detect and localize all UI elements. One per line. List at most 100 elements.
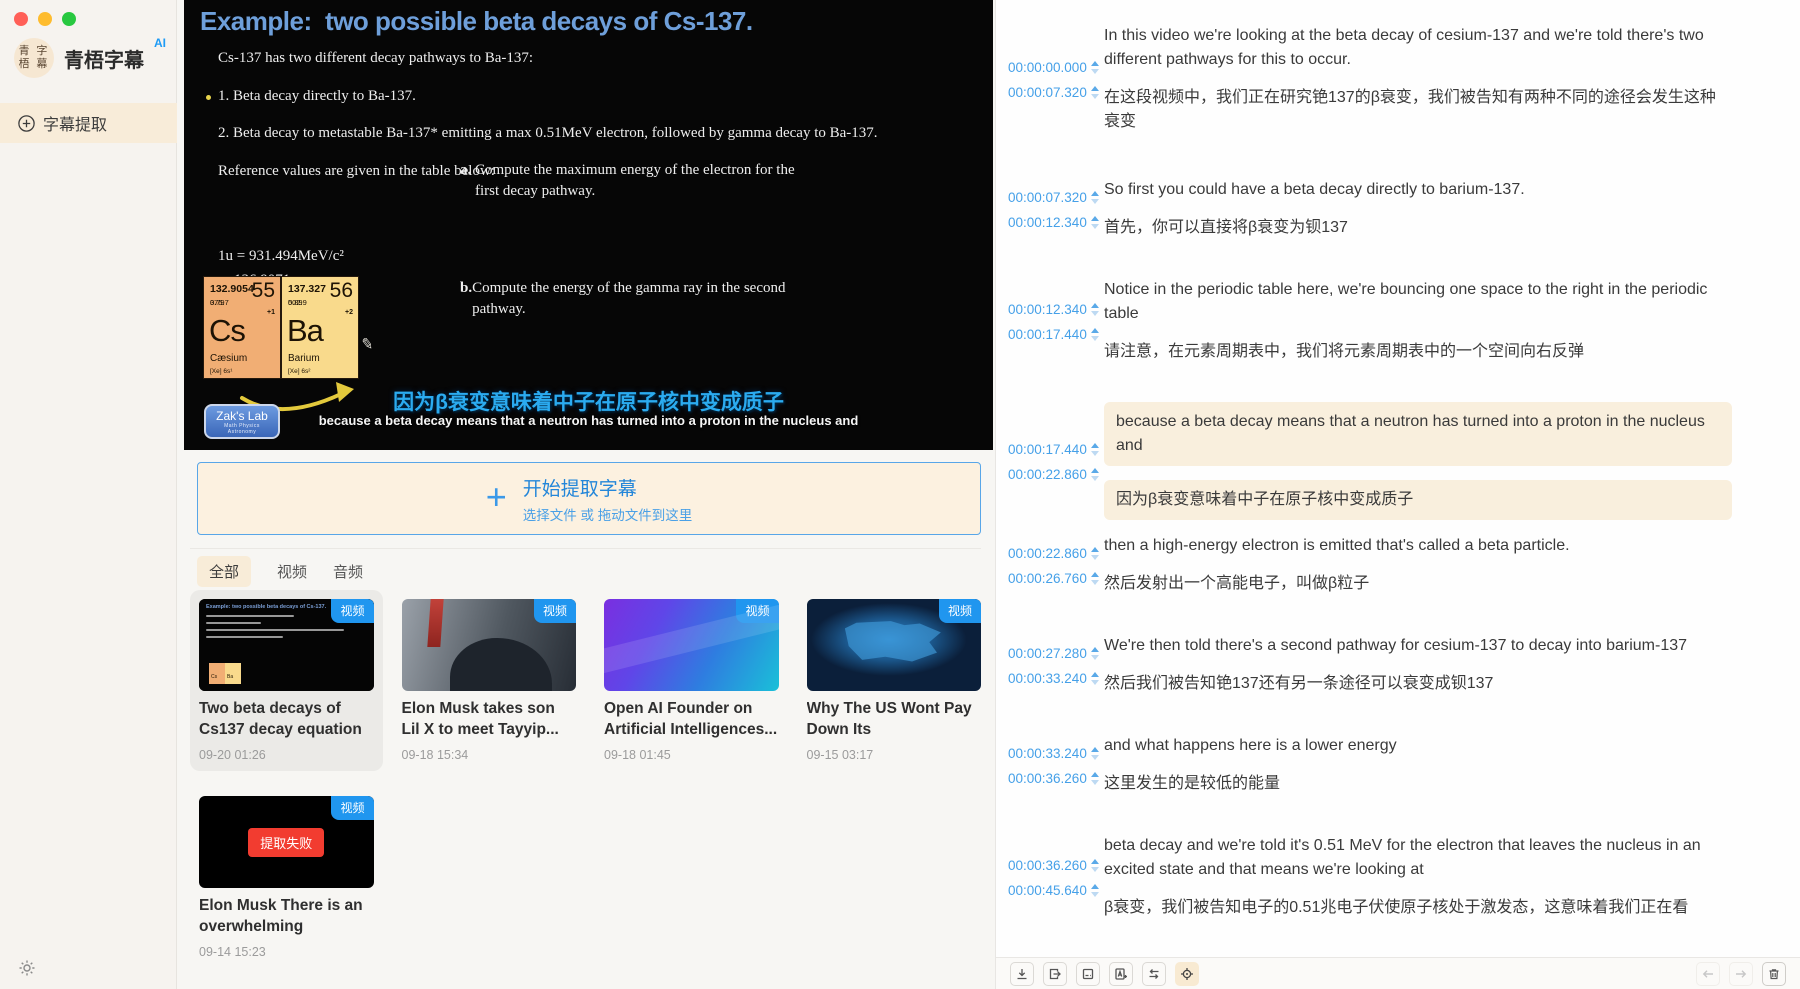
media-card[interactable]: 视频 Why The US Wont Pay Down Its Debt_108… <box>798 590 991 771</box>
step-down-icon[interactable] <box>1091 94 1099 99</box>
step-up-icon[interactable] <box>1091 328 1099 333</box>
locate-button[interactable] <box>1175 962 1199 986</box>
dropzone-title: 开始提取字幕 <box>523 474 693 501</box>
undo-button[interactable] <box>1696 962 1720 986</box>
subtitle-text-en[interactable]: So first you could have a beta decay dir… <box>1104 178 1525 202</box>
media-card[interactable]: 视频 Elon Musk takes son Lil X to meet Tay… <box>393 590 586 771</box>
file-dropzone[interactable]: + 开始提取字幕 选择文件 或 拖动文件到这里 <box>197 462 981 535</box>
pencil-icon: ✎ <box>360 334 375 354</box>
sidebar-item-subtitle-extract[interactable]: 字幕提取 <box>0 103 177 143</box>
download-button[interactable] <box>1010 962 1034 986</box>
step-up-icon[interactable] <box>1091 772 1099 777</box>
step-up-icon[interactable] <box>1091 468 1099 473</box>
export-button[interactable] <box>1043 962 1067 986</box>
end-timestamp[interactable]: 00:00:12.340 <box>1008 215 1104 230</box>
export-icon <box>1048 967 1062 981</box>
step-up-icon[interactable] <box>1091 547 1099 552</box>
step-down-icon[interactable] <box>1091 555 1099 560</box>
translate-add-button[interactable] <box>1109 962 1133 986</box>
timestamp-stepper <box>1091 443 1099 456</box>
step-down-icon[interactable] <box>1091 892 1099 897</box>
minimize-button[interactable] <box>38 12 52 26</box>
step-down-icon[interactable] <box>1091 224 1099 229</box>
subtitle-text-cn[interactable]: β衰变，我们被告知电子的0.51兆电子伏使原子核处于激发态，这意味着我们正在看 <box>1104 896 1716 920</box>
settings-button[interactable] <box>16 957 38 979</box>
step-up-icon[interactable] <box>1091 647 1099 652</box>
zoom-button[interactable] <box>62 12 76 26</box>
start-timestamp[interactable]: 00:00:27.280 <box>1008 646 1104 661</box>
step-down-icon[interactable] <box>1091 69 1099 74</box>
start-timestamp[interactable]: 00:00:07.320 <box>1008 190 1104 205</box>
redo-button[interactable] <box>1729 962 1753 986</box>
step-down-icon[interactable] <box>1091 311 1099 316</box>
subtitle-text-cn[interactable]: 因为β衰变意味着中子在原子核中变成质子 <box>1104 480 1732 520</box>
step-up-icon[interactable] <box>1091 572 1099 577</box>
step-down-icon[interactable] <box>1091 867 1099 872</box>
timestamp-stepper <box>1091 747 1099 760</box>
subtitle-card-button[interactable] <box>1076 962 1100 986</box>
start-timestamp[interactable]: 00:00:17.440 <box>1008 442 1104 457</box>
step-up-icon[interactable] <box>1091 672 1099 677</box>
swap-icon <box>1147 967 1161 981</box>
subtitle-entry: 00:00:00.000 00:00:07.320 In this video … <box>1008 24 1794 134</box>
step-up-icon[interactable] <box>1091 61 1099 66</box>
step-down-icon[interactable] <box>1091 199 1099 204</box>
locate-icon <box>1180 967 1194 981</box>
end-timestamp[interactable]: 00:00:07.320 <box>1008 85 1104 100</box>
subtitle-text-cn[interactable]: 然后我们被告知铯137还有另一条途径可以衰变成钡137 <box>1104 672 1687 696</box>
step-down-icon[interactable] <box>1091 655 1099 660</box>
step-down-icon[interactable] <box>1091 680 1099 685</box>
end-timestamp[interactable]: 00:00:22.860 <box>1008 467 1104 482</box>
delete-button[interactable] <box>1762 962 1786 986</box>
start-timestamp[interactable]: 00:00:12.340 <box>1008 302 1104 317</box>
video-player[interactable]: Example: two possible beta decays of Cs-… <box>184 0 993 450</box>
subtitle-text-en[interactable]: then a high-energy electron is emitted t… <box>1104 534 1570 558</box>
subtitle-text-en[interactable]: We're then told there's a second pathway… <box>1104 634 1687 658</box>
plus-icon: + <box>486 479 507 515</box>
end-timestamp[interactable]: 00:00:36.260 <box>1008 771 1104 786</box>
start-timestamp[interactable]: 00:00:33.240 <box>1008 746 1104 761</box>
step-down-icon[interactable] <box>1091 451 1099 456</box>
step-down-icon[interactable] <box>1091 580 1099 585</box>
start-timestamp[interactable]: 00:00:22.860 <box>1008 546 1104 561</box>
step-up-icon[interactable] <box>1091 216 1099 221</box>
step-up-icon[interactable] <box>1091 303 1099 308</box>
subtitle-text-cn[interactable]: 首先，你可以直接将β衰变为钡137 <box>1104 216 1525 240</box>
video-thumbnail: 视频 <box>807 599 982 691</box>
tab-video[interactable]: 视频 <box>277 561 307 582</box>
subtitle-text-cn[interactable]: 请注意，在元素周期表中，我们将元素周期表中的一个空间向右反弹 <box>1104 340 1716 364</box>
step-up-icon[interactable] <box>1091 86 1099 91</box>
timestamp-stepper <box>1091 191 1099 204</box>
end-timestamp[interactable]: 00:00:45.640 <box>1008 883 1104 898</box>
subtitle-text-en[interactable]: because a beta decay means that a neutro… <box>1104 402 1732 466</box>
step-down-icon[interactable] <box>1091 336 1099 341</box>
subtitle-text-en[interactable]: Notice in the periodic table here, we're… <box>1104 278 1716 326</box>
subtitle-text-cn[interactable]: 在这段视频中，我们正在研究铯137的β衰变，我们被告知有两种不同的途径会发生这种… <box>1104 86 1716 134</box>
end-timestamp[interactable]: 00:00:17.440 <box>1008 327 1104 342</box>
media-card[interactable]: 提取失败 视频 Elon Musk There is an overwhelmi… <box>190 787 383 968</box>
end-timestamp[interactable]: 00:00:26.760 <box>1008 571 1104 586</box>
step-down-icon[interactable] <box>1091 476 1099 481</box>
step-up-icon[interactable] <box>1091 859 1099 864</box>
step-up-icon[interactable] <box>1091 747 1099 752</box>
start-timestamp[interactable]: 00:00:36.260 <box>1008 858 1104 873</box>
media-card[interactable]: Example: two possible beta decays of Cs-… <box>190 590 383 771</box>
media-card[interactable]: 视频 Open AI Founder on Artificial Intelli… <box>595 590 788 771</box>
step-down-icon[interactable] <box>1091 755 1099 760</box>
subtitle-text-en[interactable]: and what happens here is a lower energy <box>1104 734 1397 758</box>
step-down-icon[interactable] <box>1091 780 1099 785</box>
step-up-icon[interactable] <box>1091 443 1099 448</box>
tab-audio[interactable]: 音频 <box>333 561 363 582</box>
step-up-icon[interactable] <box>1091 191 1099 196</box>
end-timestamp[interactable]: 00:00:33.240 <box>1008 671 1104 686</box>
subtitle-text-cn[interactable]: 然后发射出一个高能电子，叫做β粒子 <box>1104 572 1570 596</box>
subtitle-text-cn[interactable]: 这里发生的是较低的能量 <box>1104 772 1397 796</box>
tab-all[interactable]: 全部 <box>197 556 251 587</box>
slide-task-b: b. Compute the energy of the gamma ray i… <box>460 278 805 299</box>
start-timestamp[interactable]: 00:00:00.000 <box>1008 60 1104 75</box>
subtitle-text-en[interactable]: In this video we're looking at the beta … <box>1104 24 1716 72</box>
swap-button[interactable] <box>1142 962 1166 986</box>
close-button[interactable] <box>14 12 28 26</box>
subtitle-text-en[interactable]: beta decay and we're told it's 0.51 MeV … <box>1104 834 1716 882</box>
step-up-icon[interactable] <box>1091 884 1099 889</box>
